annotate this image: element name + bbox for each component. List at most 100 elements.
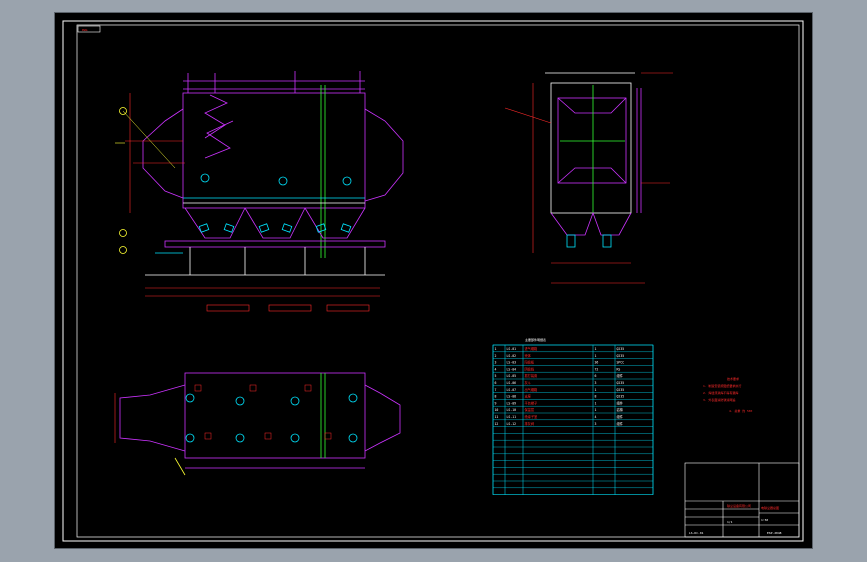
front-elevation-view	[115, 71, 404, 312]
valve	[340, 223, 352, 233]
insulator	[200, 173, 210, 183]
bom-cell: 组件	[617, 373, 624, 378]
plan-tag	[204, 432, 212, 440]
side-leader	[504, 107, 552, 124]
bom-cell: 1	[595, 401, 597, 405]
stair-rail-2	[204, 120, 234, 159]
bom-cell: LS-09	[507, 401, 517, 405]
bom-cell: LS-08	[507, 395, 517, 399]
bom-cell: 4	[495, 367, 497, 371]
title-sheet: 1/1	[727, 520, 733, 524]
bom-cell: 支座	[525, 394, 532, 399]
insulator	[342, 176, 352, 186]
plan-outline	[184, 372, 366, 459]
bom-cell: 12	[495, 422, 499, 426]
plan-support	[235, 433, 245, 443]
bom-cell: LS-12	[507, 422, 517, 426]
bom-cell: LS-10	[507, 408, 517, 412]
bom-cell: Q235	[617, 347, 625, 351]
hopper-2	[244, 207, 306, 239]
plan-support	[185, 393, 195, 403]
title-block-frame	[684, 462, 800, 538]
bom-cell: LS-05	[507, 374, 517, 378]
hopper-3	[304, 207, 366, 239]
bom-cell: 1	[495, 347, 497, 351]
bom-cell: LS-04	[507, 367, 517, 371]
bom-cell: 10	[495, 408, 499, 412]
note-line-3: 3. 外表面涂防锈漆两遍	[703, 397, 735, 402]
bom-cell: 组件	[617, 400, 624, 405]
title-name: 电除尘器总图	[761, 505, 779, 510]
title-company: 除尘设备有限公司	[727, 503, 751, 508]
plan-tag	[304, 384, 312, 392]
tech-notes: 技术要求 1. 制造安装按图纸要求执行 2. 焊缝须满焊不得有漏焊 3. 外表面…	[703, 376, 753, 413]
plan-support	[348, 433, 358, 443]
bom-cell: LS-01	[507, 347, 517, 351]
callout-box	[326, 304, 370, 312]
plan-support	[290, 396, 300, 406]
note-line-1: 1. 制造安装按图纸要求执行	[703, 383, 741, 388]
bom-cell: 岩棉	[617, 407, 623, 412]
plan-tag	[194, 384, 202, 392]
bom-cell: 72	[595, 367, 599, 371]
conveyor	[164, 240, 386, 248]
insulator	[278, 176, 288, 186]
plan-view	[114, 372, 401, 476]
bom-cell: LS-06	[507, 381, 517, 385]
side-hoppers	[550, 211, 632, 236]
bom-cell: 振打装置	[525, 373, 538, 378]
bom-cell: 阳极板	[525, 360, 535, 365]
bom-cell: 8	[595, 395, 597, 399]
bom-cell: Q235	[617, 381, 625, 385]
outlet-hood	[364, 108, 404, 202]
bom-cell: 11	[495, 415, 499, 419]
bom-cell: Q235	[617, 388, 625, 392]
item-balloon	[119, 246, 127, 254]
bom-cell: 1	[595, 354, 597, 358]
side-base	[557, 167, 627, 184]
plan-inlet	[119, 384, 186, 452]
bom-cell: 绝缘子室	[525, 414, 538, 419]
inner-border	[76, 24, 800, 538]
plan-outlet	[364, 384, 401, 452]
bom-cell: LS-11	[507, 415, 517, 419]
bom-cell: 36	[595, 361, 599, 365]
cad-viewport[interactable]: DWG 主要部件明细表 1 LS-01 进气烟箱 1 Q235 2 LS-02 …	[55, 13, 812, 548]
side-valve	[602, 234, 612, 248]
bom-cell: 8	[495, 395, 497, 399]
plan-support	[185, 433, 195, 443]
note-heading: 技术要求	[727, 376, 739, 381]
plan-tag	[264, 432, 272, 440]
bom-cell: LS-02	[507, 354, 517, 358]
callout-box	[268, 304, 312, 312]
bom-cell: 7	[495, 388, 497, 392]
plan-support	[290, 433, 300, 443]
plan-support	[348, 393, 358, 403]
title-block	[684, 462, 800, 538]
bom-cell: 3	[595, 422, 597, 426]
plan-tag	[249, 384, 257, 392]
note-line-4: 4. 总重 约 58t	[729, 408, 753, 413]
bom-cell: 阴极线	[525, 366, 535, 371]
bom-cell: 6	[495, 381, 497, 385]
bom-heading: 主要部件明细表	[525, 337, 546, 342]
bom-cell: 6	[595, 374, 597, 378]
bom-cell: SPCC	[617, 361, 625, 365]
valve	[258, 223, 270, 233]
bom-cell: 3	[495, 361, 497, 365]
stair-rail	[204, 94, 228, 139]
bom-cell: 壳体	[525, 353, 532, 358]
note-line-2: 2. 焊缝须满焊不得有漏焊	[703, 390, 738, 395]
bom-cell: 组件	[617, 414, 624, 419]
bom-cell: 平台梯子	[525, 400, 539, 405]
inlet-hood	[142, 108, 184, 199]
valve	[281, 223, 293, 233]
bom-cell: 组件	[617, 421, 624, 426]
bom-cell: Q235	[617, 354, 625, 358]
title-scale: 1:50	[761, 518, 768, 522]
side-panel	[557, 97, 627, 184]
cad-drawing: DWG 主要部件明细表 1 LS-01 进气烟箱 1 Q2352 LS-02 壳…	[62, 20, 804, 542]
valve	[223, 223, 235, 233]
side-valve	[566, 234, 576, 248]
plan-tag	[324, 432, 332, 440]
